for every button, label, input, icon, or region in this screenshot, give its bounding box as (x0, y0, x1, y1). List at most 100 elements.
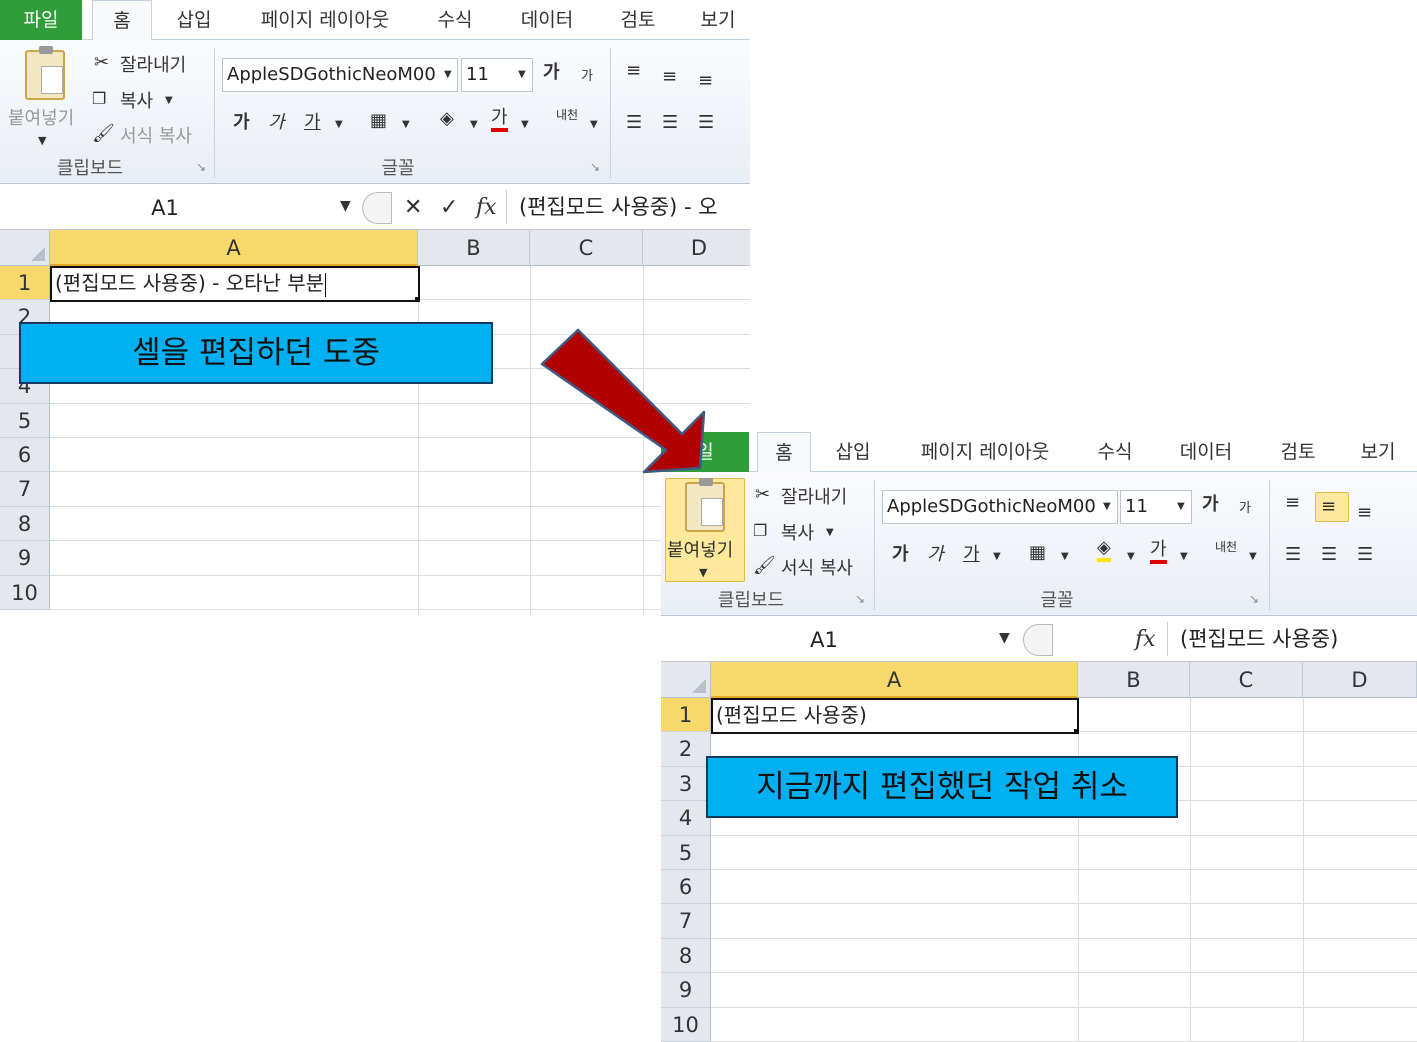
tab-home[interactable]: 홈 (92, 0, 152, 41)
paste-icon[interactable] (685, 478, 725, 532)
fill-color-icon[interactable]: ◈ (440, 108, 454, 130)
tab-home[interactable]: 홈 (757, 432, 811, 473)
align-bottom-icon[interactable]: ≡ (698, 70, 713, 92)
tab-formulas[interactable]: 수식 (1085, 432, 1145, 472)
tab-file[interactable]: 파일 (0, 0, 82, 41)
chevron-down-icon[interactable]: ▼ (590, 114, 598, 136)
shrink-font-icon[interactable]: 가 (1239, 498, 1251, 520)
column-header-d[interactable]: D (643, 230, 750, 266)
chevron-down-icon[interactable]: ▼ (999, 630, 1010, 646)
column-header-b[interactable]: B (1078, 662, 1190, 698)
confirm-edit-icon[interactable]: ✓ (440, 192, 458, 224)
fill-color-icon[interactable]: ◈ (1097, 538, 1111, 562)
align-center-icon[interactable]: ☰ (662, 112, 678, 134)
align-left-icon[interactable]: ☰ (1285, 544, 1301, 566)
chevron-down-icon[interactable]: ▼ (1103, 496, 1111, 518)
underline-button[interactable]: 가 (304, 112, 321, 134)
chevron-down-icon[interactable]: ▼ (1127, 546, 1135, 568)
align-right-icon[interactable]: ☰ (1357, 544, 1373, 566)
column-header-a[interactable]: A (50, 230, 418, 266)
align-top-icon[interactable]: ≡ (1285, 492, 1300, 514)
chevron-down-icon[interactable]: ▼ (1249, 546, 1257, 568)
grow-font-icon[interactable]: 가 (1202, 494, 1219, 516)
tab-insert[interactable]: 삽입 (162, 0, 226, 40)
column-header-c[interactable]: C (530, 230, 643, 266)
row-header-3[interactable]: 3 (661, 766, 711, 802)
dialog-launcher-icon[interactable]: ↘ (196, 160, 206, 174)
dialog-launcher-icon[interactable]: ↘ (1249, 592, 1259, 606)
chevron-down-icon[interactable]: ▼ (521, 114, 529, 136)
chevron-down-icon[interactable]: ▼ (335, 114, 343, 136)
copy-button[interactable]: 복사 (781, 519, 814, 545)
font-name-select[interactable]: AppleSDGothicNeoM00 (222, 58, 458, 92)
name-box[interactable]: A1 (0, 192, 330, 224)
paste-icon[interactable] (25, 46, 65, 100)
tab-insert[interactable]: 삽입 (821, 432, 885, 472)
row-header-7[interactable]: 7 (0, 472, 50, 507)
tab-page-layout[interactable]: 페이지 레이아웃 (907, 432, 1063, 472)
tab-review[interactable]: 검토 (1268, 432, 1328, 472)
row-header-1[interactable]: 1 (661, 698, 711, 733)
format-painter-button[interactable]: 서식 복사 (781, 554, 853, 580)
font-color-button[interactable]: 가 (1150, 540, 1167, 564)
column-header-a[interactable]: A (711, 662, 1078, 698)
chevron-down-icon[interactable]: ▼ (1180, 546, 1188, 568)
row-header-10[interactable]: 10 (0, 575, 50, 610)
row-header-5[interactable]: 5 (661, 835, 711, 870)
tab-file[interactable]: 일 (661, 432, 749, 473)
row-header-1[interactable]: 1 (0, 266, 50, 301)
column-header-d[interactable]: D (1303, 662, 1417, 698)
row-header-6[interactable]: 6 (0, 438, 50, 473)
row-header-8[interactable]: 8 (0, 506, 50, 542)
align-middle-icon[interactable]: ≡ (662, 66, 677, 88)
formula-input[interactable]: (편집모드 사용중) (1167, 622, 1417, 656)
cut-button[interactable]: 잘라내기 (781, 483, 847, 509)
grow-font-icon[interactable]: 가 (543, 62, 560, 84)
cell-a1-editing[interactable]: (편집모드 사용중) - 오타난 부분 (50, 266, 420, 302)
font-name-select[interactable]: AppleSDGothicNeoM00 (882, 490, 1118, 524)
chevron-down-icon[interactable]: ▼ (340, 198, 351, 214)
chevron-down-icon[interactable]: ▼ (993, 546, 1001, 568)
row-header-6[interactable]: 6 (661, 870, 711, 905)
align-top-icon[interactable]: ≡ (626, 60, 641, 82)
format-painter-button[interactable]: 서식 복사 (120, 122, 192, 148)
phonetic-guide-icon[interactable]: 내천 (1215, 540, 1239, 554)
column-header-c[interactable]: C (1190, 662, 1303, 698)
paste-button-label[interactable]: 붙여넣기 (667, 536, 733, 562)
cancel-edit-icon[interactable]: ✕ (404, 192, 422, 224)
shrink-font-icon[interactable]: 가 (581, 66, 593, 88)
tab-data[interactable]: 데이터 (1166, 432, 1246, 472)
phonetic-guide-icon[interactable]: 내천 (556, 108, 580, 122)
bold-button[interactable]: 가 (892, 544, 909, 566)
row-header-2[interactable]: 2 (661, 732, 711, 767)
formula-bar-handle[interactable] (362, 192, 392, 224)
align-bottom-icon[interactable]: ≡ (1357, 502, 1372, 524)
paste-button-label[interactable]: 붙여넣기 (8, 104, 74, 130)
insert-function-icon[interactable]: fx (1135, 624, 1156, 656)
select-all-button[interactable] (661, 662, 711, 698)
chevron-down-icon[interactable]: ▼ (1177, 496, 1185, 518)
copy-button[interactable]: 복사 (120, 87, 153, 113)
row-header-9[interactable]: 9 (0, 541, 50, 576)
row-header-8[interactable]: 8 (661, 938, 711, 974)
dialog-launcher-icon[interactable]: ↘ (590, 160, 600, 174)
chevron-down-icon[interactable]: ▼ (518, 64, 526, 86)
chevron-down-icon[interactable]: ▼ (402, 114, 410, 136)
cut-button[interactable]: 잘라내기 (120, 51, 186, 77)
borders-icon[interactable]: ▦ (1029, 542, 1046, 564)
tab-data[interactable]: 데이터 (508, 0, 586, 40)
tab-page-layout[interactable]: 페이지 레이아웃 (246, 0, 404, 40)
column-header-b[interactable]: B (418, 230, 530, 266)
formula-input[interactable]: (편집모드 사용중) - 오 (506, 190, 750, 224)
italic-button[interactable]: 가 (927, 544, 944, 566)
select-all-button[interactable] (0, 230, 50, 266)
cell-a1-selected[interactable]: (편집모드 사용중) (711, 698, 1079, 734)
tab-formulas[interactable]: 수식 (425, 0, 485, 40)
align-right-icon[interactable]: ☰ (698, 112, 714, 134)
row-header-5[interactable]: 5 (0, 403, 50, 438)
tab-view[interactable]: 보기 (1349, 432, 1407, 472)
row-header-10[interactable]: 10 (661, 1007, 711, 1042)
formula-bar-handle[interactable] (1023, 624, 1053, 656)
name-box[interactable]: A1 (661, 624, 987, 656)
row-header-4[interactable]: 4 (661, 801, 711, 836)
